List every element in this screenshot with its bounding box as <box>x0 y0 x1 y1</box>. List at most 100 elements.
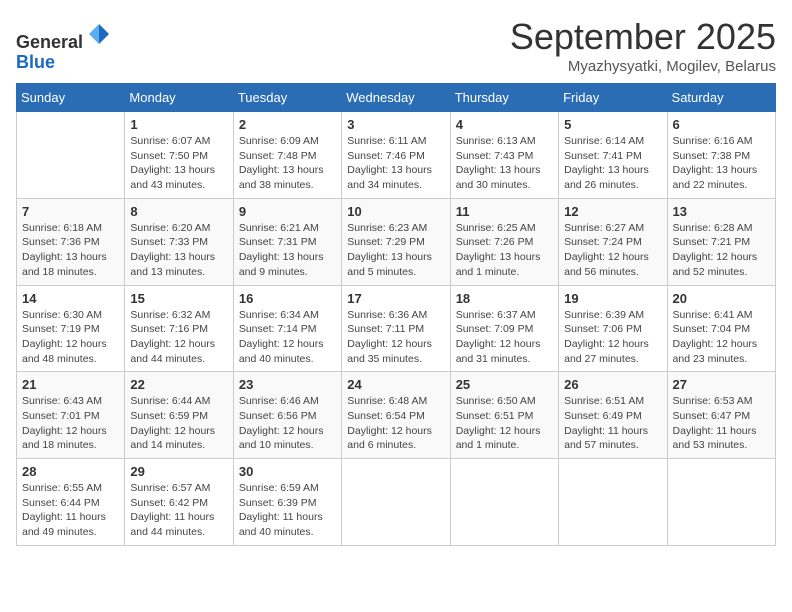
day-cell: 25 Sunrise: 6:50 AM Sunset: 6:51 PM Dayli… <box>450 372 558 459</box>
day-info: Sunrise: 6:13 AM Sunset: 7:43 PM Dayligh… <box>456 134 553 193</box>
day-cell: 29Sunrise: 6:57 AM Sunset: 6:42 PM Dayli… <box>125 459 233 546</box>
logo-icon <box>85 20 113 48</box>
day-cell: 24 Sunrise: 6:48 AM Sunset: 6:54 PM Dayli… <box>342 372 450 459</box>
day-number: 10 <box>347 204 444 219</box>
day-number: 20 <box>673 291 770 306</box>
day-cell <box>342 459 450 546</box>
day-number: 28 <box>22 464 119 479</box>
day-info: Sunrise: 6:32 AM Sunset: 7:16 PM Dayligh… <box>130 308 227 367</box>
day-info: Sunrise: 6:36 AM Sunset: 7:11 PM Dayligh… <box>347 308 444 367</box>
day-number: 17 <box>347 291 444 306</box>
day-cell: 26 Sunrise: 6:51 AM Sunset: 6:49 PM Dayli… <box>559 372 667 459</box>
day-cell: 19 Sunrise: 6:39 AM Sunset: 7:06 PM Dayli… <box>559 285 667 372</box>
day-cell: 13Sunrise: 6:28 AM Sunset: 7:21 PM Dayli… <box>667 198 775 285</box>
col-header-monday: Monday <box>125 84 233 112</box>
day-cell: 12 Sunrise: 6:27 AM Sunset: 7:24 PM Dayli… <box>559 198 667 285</box>
week-row-1: 1 Sunrise: 6:07 AM Sunset: 7:50 PM Daylig… <box>17 112 776 199</box>
day-info: Sunrise: 6:53 AM Sunset: 6:47 PM Dayligh… <box>673 394 770 453</box>
day-cell: 7Sunrise: 6:18 AM Sunset: 7:36 PM Daylig… <box>17 198 125 285</box>
day-info: Sunrise: 6:14 AM Sunset: 7:41 PM Dayligh… <box>564 134 661 193</box>
day-info: Sunrise: 6:18 AM Sunset: 7:36 PM Dayligh… <box>22 221 119 280</box>
header-row: SundayMondayTuesdayWednesdayThursdayFrid… <box>17 84 776 112</box>
day-number: 14 <box>22 291 119 306</box>
day-number: 25 <box>456 377 553 392</box>
day-info: Sunrise: 6:41 AM Sunset: 7:04 PM Dayligh… <box>673 308 770 367</box>
day-cell: 22Sunrise: 6:44 AM Sunset: 6:59 PM Dayli… <box>125 372 233 459</box>
day-number: 1 <box>130 117 227 132</box>
day-number: 21 <box>22 377 119 392</box>
day-number: 9 <box>239 204 336 219</box>
day-info: Sunrise: 6:20 AM Sunset: 7:33 PM Dayligh… <box>130 221 227 280</box>
day-info: Sunrise: 6:51 AM Sunset: 6:49 PM Dayligh… <box>564 394 661 453</box>
col-header-sunday: Sunday <box>17 84 125 112</box>
week-row-5: 28 Sunrise: 6:55 AM Sunset: 6:44 PM Dayli… <box>17 459 776 546</box>
day-info: Sunrise: 6:30 AM Sunset: 7:19 PM Dayligh… <box>22 308 119 367</box>
day-cell <box>667 459 775 546</box>
col-header-saturday: Saturday <box>667 84 775 112</box>
day-info: Sunrise: 6:27 AM Sunset: 7:24 PM Dayligh… <box>564 221 661 280</box>
day-info: Sunrise: 6:39 AM Sunset: 7:06 PM Dayligh… <box>564 308 661 367</box>
day-info: Sunrise: 6:46 AM Sunset: 6:56 PM Dayligh… <box>239 394 336 453</box>
day-info: Sunrise: 6:11 AM Sunset: 7:46 PM Dayligh… <box>347 134 444 193</box>
day-cell: 5 Sunrise: 6:14 AM Sunset: 7:41 PM Daylig… <box>559 112 667 199</box>
day-cell <box>450 459 558 546</box>
location: Myazhysyatki, Mogilev, Belarus <box>510 58 776 75</box>
day-number: 23 <box>239 377 336 392</box>
day-number: 5 <box>564 117 661 132</box>
day-cell: 28 Sunrise: 6:55 AM Sunset: 6:44 PM Dayli… <box>17 459 125 546</box>
day-cell: 3 Sunrise: 6:11 AM Sunset: 7:46 PM Daylig… <box>342 112 450 199</box>
day-number: 8 <box>130 204 227 219</box>
day-cell: 10Sunrise: 6:23 AM Sunset: 7:29 PM Dayli… <box>342 198 450 285</box>
month-title: September 2025 <box>510 16 776 58</box>
col-header-thursday: Thursday <box>450 84 558 112</box>
day-info: Sunrise: 6:50 AM Sunset: 6:51 PM Dayligh… <box>456 394 553 453</box>
day-number: 30 <box>239 464 336 479</box>
day-number: 11 <box>456 204 553 219</box>
day-cell: 15 Sunrise: 6:32 AM Sunset: 7:16 PM Dayli… <box>125 285 233 372</box>
day-number: 12 <box>564 204 661 219</box>
day-info: Sunrise: 6:48 AM Sunset: 6:54 PM Dayligh… <box>347 394 444 453</box>
day-info: Sunrise: 6:59 AM Sunset: 6:39 PM Dayligh… <box>239 481 336 540</box>
day-number: 19 <box>564 291 661 306</box>
title-block: September 2025 Myazhysyatki, Mogilev, Be… <box>510 16 776 75</box>
day-info: Sunrise: 6:25 AM Sunset: 7:26 PM Dayligh… <box>456 221 553 280</box>
day-cell: 4 Sunrise: 6:13 AM Sunset: 7:43 PM Daylig… <box>450 112 558 199</box>
day-number: 24 <box>347 377 444 392</box>
day-cell: 1 Sunrise: 6:07 AM Sunset: 7:50 PM Daylig… <box>125 112 233 199</box>
calendar-table: SundayMondayTuesdayWednesdayThursdayFrid… <box>16 83 776 546</box>
day-number: 29 <box>130 464 227 479</box>
day-number: 27 <box>673 377 770 392</box>
day-info: Sunrise: 6:09 AM Sunset: 7:48 PM Dayligh… <box>239 134 336 193</box>
day-cell: 8 Sunrise: 6:20 AM Sunset: 7:33 PM Daylig… <box>125 198 233 285</box>
logo-general: General <box>16 32 83 52</box>
day-number: 3 <box>347 117 444 132</box>
day-info: Sunrise: 6:16 AM Sunset: 7:38 PM Dayligh… <box>673 134 770 193</box>
day-number: 15 <box>130 291 227 306</box>
day-info: Sunrise: 6:07 AM Sunset: 7:50 PM Dayligh… <box>130 134 227 193</box>
day-info: Sunrise: 6:37 AM Sunset: 7:09 PM Dayligh… <box>456 308 553 367</box>
col-header-wednesday: Wednesday <box>342 84 450 112</box>
day-cell: 11 Sunrise: 6:25 AM Sunset: 7:26 PM Dayli… <box>450 198 558 285</box>
day-number: 4 <box>456 117 553 132</box>
day-info: Sunrise: 6:55 AM Sunset: 6:44 PM Dayligh… <box>22 481 119 540</box>
day-cell: 21 Sunrise: 6:43 AM Sunset: 7:01 PM Dayli… <box>17 372 125 459</box>
day-number: 18 <box>456 291 553 306</box>
week-row-2: 7Sunrise: 6:18 AM Sunset: 7:36 PM Daylig… <box>17 198 776 285</box>
day-number: 6 <box>673 117 770 132</box>
day-cell: 27 Sunrise: 6:53 AM Sunset: 6:47 PM Dayli… <box>667 372 775 459</box>
day-cell: 14 Sunrise: 6:30 AM Sunset: 7:19 PM Dayli… <box>17 285 125 372</box>
day-info: Sunrise: 6:43 AM Sunset: 7:01 PM Dayligh… <box>22 394 119 453</box>
day-cell: 9Sunrise: 6:21 AM Sunset: 7:31 PM Daylig… <box>233 198 341 285</box>
logo-blue: Blue <box>16 52 55 72</box>
day-number: 2 <box>239 117 336 132</box>
day-number: 22 <box>130 377 227 392</box>
day-info: Sunrise: 6:34 AM Sunset: 7:14 PM Dayligh… <box>239 308 336 367</box>
day-number: 16 <box>239 291 336 306</box>
day-number: 26 <box>564 377 661 392</box>
day-cell: 18 Sunrise: 6:37 AM Sunset: 7:09 PM Dayli… <box>450 285 558 372</box>
week-row-4: 21 Sunrise: 6:43 AM Sunset: 7:01 PM Dayli… <box>17 372 776 459</box>
col-header-tuesday: Tuesday <box>233 84 341 112</box>
day-cell: 17 Sunrise: 6:36 AM Sunset: 7:11 PM Dayli… <box>342 285 450 372</box>
logo: General Blue <box>16 20 113 73</box>
day-cell: 30 Sunrise: 6:59 AM Sunset: 6:39 PM Dayli… <box>233 459 341 546</box>
